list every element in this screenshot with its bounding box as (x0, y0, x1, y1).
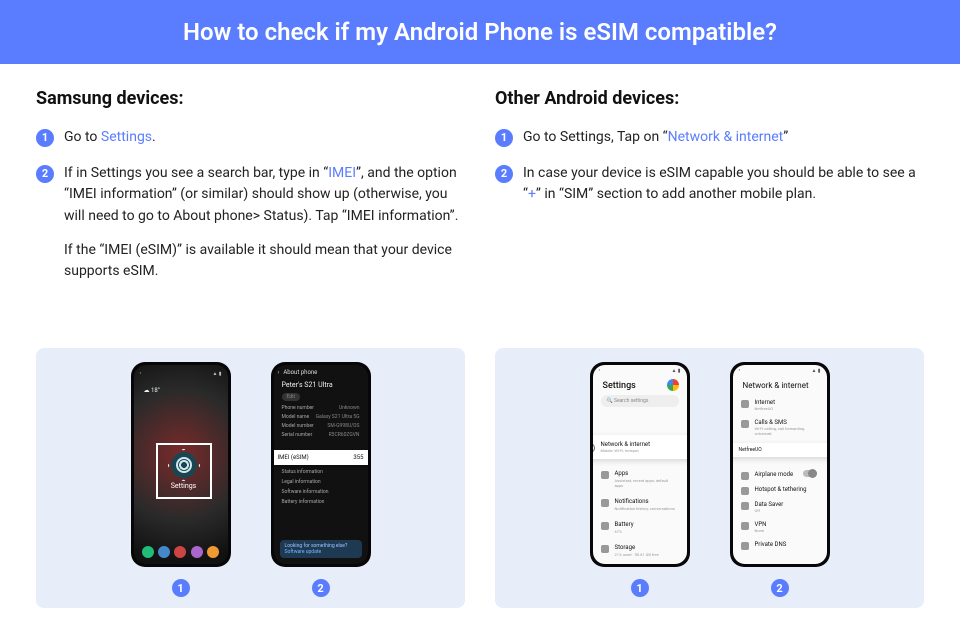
sims-callout: NetfreeUO + (733, 443, 827, 457)
phone-frame: ‹About phone Peter's S21 Ultra Edit Phon… (271, 362, 371, 567)
profile-avatar-icon (667, 379, 679, 391)
other-steps: 1 Go to Settings, Tap on “Network & inte… (495, 127, 924, 220)
content-columns: Samsung devices: 1 Go to Settings. 2 If … (0, 64, 960, 608)
samsung-steps: 1 Go to Settings. 2 If in Settings you s… (36, 127, 465, 297)
about-phone-rows: Phone numberUnknown Model nameGalaxy S21… (282, 405, 360, 441)
other-column: Other Android devices: 1 Go to Settings,… (495, 88, 924, 608)
step-number-badge: 2 (36, 165, 54, 183)
step-number-badge: 1 (36, 129, 54, 147)
settings-title: Settings (603, 381, 636, 391)
page-header: How to check if my Android Phone is eSIM… (0, 0, 960, 64)
samsung-step-2: 2 If in Settings you see a search bar, t… (36, 163, 465, 283)
samsung-screenshots-panel: •▲ ▮ ☁ 18° Settings 1 (36, 348, 465, 608)
screenshot-badge: 2 (771, 579, 789, 597)
settings-label: Settings (171, 482, 197, 490)
phone-frame: •▲ ▮ ☁ 18° Settings (131, 362, 231, 567)
footer-prompt: Looking for something else? Software upd… (280, 540, 362, 558)
search-settings-bar: 🔍 Search settings (601, 395, 679, 407)
screenshot-badge: 2 (312, 579, 330, 597)
dock (140, 546, 222, 558)
screenshot-badge: 1 (172, 579, 190, 597)
highlight-settings: Settings (101, 129, 152, 145)
phone-frame: •▲ ▮ Settings 🔍 Search settings Network … (590, 362, 690, 567)
highlight-plus: + (528, 186, 536, 202)
step-body: If in Settings you see a search bar, typ… (64, 163, 465, 283)
imei-esim-callout: IMEI (eSIM) 355 (274, 450, 368, 465)
samsung-heading: Samsung devices: (36, 88, 465, 109)
other-step-2: 2 In case your device is eSIM capable yo… (495, 163, 924, 206)
network-internet-title: Network & internet (743, 381, 809, 390)
network-list-lower: Airplane mode Hotspot & tethering Data S… (741, 467, 819, 552)
samsung-shot-1: •▲ ▮ ☁ 18° Settings 1 (131, 362, 231, 598)
samsung-column: Samsung devices: 1 Go to Settings. 2 If … (36, 88, 465, 608)
other-heading: Other Android devices: (495, 88, 924, 109)
step-body: Go to Settings. (64, 127, 465, 149)
toggle-icon (803, 470, 817, 477)
chevron-left-icon: ‹ (278, 369, 280, 376)
phone-frame: •▲ ▮ Network & internet InternetNetfreeU… (730, 362, 830, 567)
other-step-1: 1 Go to Settings, Tap on “Network & inte… (495, 127, 924, 149)
settings-list: AppsAssistant, recent apps, default apps… (601, 465, 679, 564)
about-sections: Status information Legal information Sof… (282, 467, 329, 507)
samsung-step-1: 1 Go to Settings. (36, 127, 465, 149)
screenshot-badge: 1 (631, 579, 649, 597)
highlight-network-internet: Network & internet (668, 129, 784, 145)
other-screenshots-panel: •▲ ▮ Settings 🔍 Search settings Network … (495, 348, 924, 608)
edit-pill: Edit (282, 393, 300, 401)
step-number-badge: 1 (495, 129, 513, 147)
other-shot-1: •▲ ▮ Settings 🔍 Search settings Network … (590, 362, 690, 598)
settings-app-highlight: Settings (156, 443, 212, 499)
page-title: How to check if my Android Phone is eSIM… (183, 18, 777, 46)
step-number-badge: 2 (495, 165, 513, 183)
network-internet-callout: Network & internet Mobile, Wi-Fi, hotspo… (593, 435, 687, 459)
device-name: Peter's S21 Ultra (282, 381, 333, 389)
gear-icon (171, 452, 197, 478)
highlight-imei: IMEI (328, 165, 356, 181)
samsung-shot-2: ‹About phone Peter's S21 Ultra Edit Phon… (271, 362, 371, 598)
other-shot-2: •▲ ▮ Network & internet InternetNetfreeU… (730, 362, 830, 598)
